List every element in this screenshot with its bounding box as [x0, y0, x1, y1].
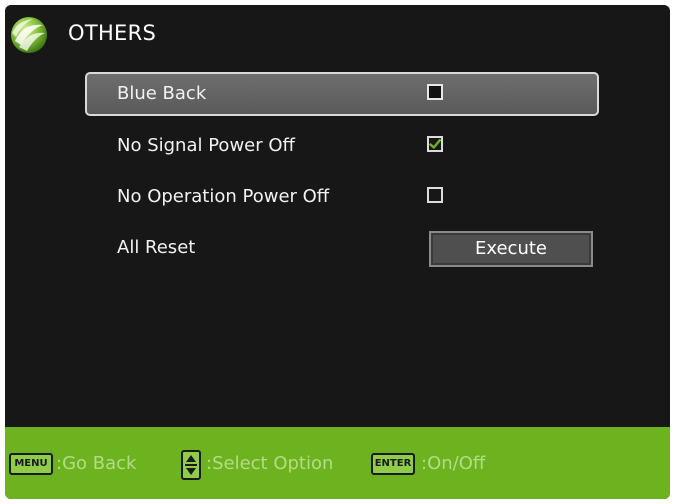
menu-item-label: Blue Back	[117, 83, 207, 104]
osd-menu-panel: OTHERS Blue Back No Signal Power Off No …	[5, 5, 670, 499]
hint-text: :Select Option	[206, 453, 334, 474]
menu-header: OTHERS	[5, 5, 670, 65]
menu-item-label: All Reset	[117, 237, 196, 258]
enter-key-badge: ENTER	[371, 453, 415, 475]
menu-item-label: No Signal Power Off	[117, 135, 295, 156]
menu-item-label: No Operation Power Off	[117, 186, 330, 207]
menu-item-no-operation-power-off[interactable]: No Operation Power Off	[85, 175, 599, 219]
menu-key-badge: MENU	[9, 453, 53, 475]
up-down-arrows-icon	[181, 450, 201, 480]
footer-hint-bar: MENU :Go Back :Select Option ENTER :On/O…	[5, 427, 670, 499]
menu-item-no-signal-power-off[interactable]: No Signal Power Off	[85, 124, 599, 168]
blue-back-checkbox[interactable]	[427, 84, 443, 100]
page-title: OTHERS	[68, 21, 157, 45]
checkmark-icon	[429, 139, 441, 149]
hint-text: :On/Off	[421, 453, 486, 474]
execute-button[interactable]: Execute	[429, 231, 593, 267]
menu-item-all-reset[interactable]: All Reset Execute	[85, 226, 599, 270]
menu-item-blue-back[interactable]: Blue Back	[85, 72, 599, 116]
no-operation-power-off-checkbox[interactable]	[427, 187, 443, 203]
logo-icon	[11, 17, 47, 53]
no-signal-power-off-checkbox[interactable]	[427, 136, 443, 152]
hint-text: :Go Back	[56, 453, 137, 474]
